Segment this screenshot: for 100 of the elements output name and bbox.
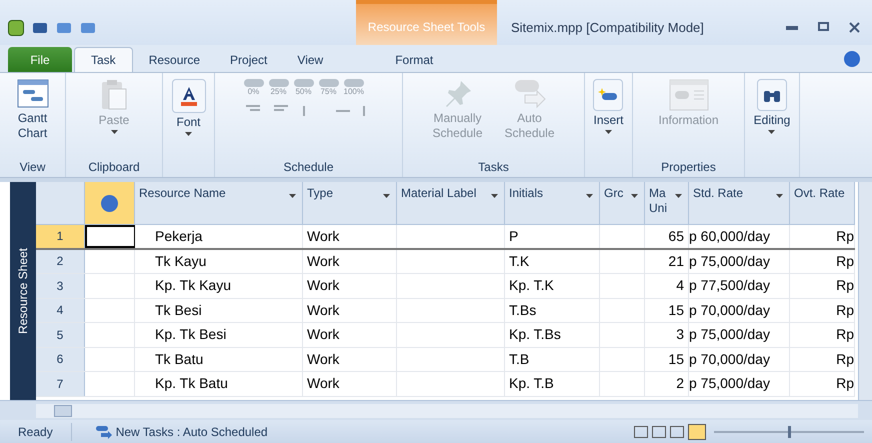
caret-icon xyxy=(110,130,118,134)
table-cell: p 75,000/day xyxy=(689,323,790,346)
column-header[interactable]: Resource Name xyxy=(135,182,303,225)
table-cell: Rp xyxy=(790,348,855,371)
ribbon-tab[interactable]: File xyxy=(8,47,72,72)
table-cell: Rp xyxy=(790,372,855,396)
status-text: Ready xyxy=(0,422,72,440)
ribbon-button[interactable]: Editing xyxy=(750,79,794,134)
table-cell: p 77,500/day xyxy=(689,274,790,298)
table-cell: Tk Batu xyxy=(135,348,303,371)
zoom-thumb[interactable] xyxy=(788,426,790,438)
table-cell: Kp. Tk Besi xyxy=(135,323,303,346)
caret-icon xyxy=(491,194,498,198)
contextual-tab-group: Resource Sheet Tools xyxy=(356,0,497,45)
column-header[interactable]: Type xyxy=(303,182,397,225)
table-cell: 15 xyxy=(645,348,689,371)
maximize-button[interactable] xyxy=(818,22,829,31)
help-icon[interactable] xyxy=(844,51,860,67)
table-cell: Tk Besi xyxy=(135,298,303,322)
insert-task-icon xyxy=(593,79,624,111)
indicator-cell xyxy=(85,225,135,248)
group-label: Tasks xyxy=(478,159,509,175)
group-label: Properties xyxy=(661,159,716,175)
table-cell: Rp xyxy=(790,250,855,273)
table-cell: Work xyxy=(303,250,397,273)
table-cell: Work xyxy=(303,298,397,322)
ribbon-tab[interactable]: Resource xyxy=(134,47,214,72)
table-cell: T.B xyxy=(505,348,600,371)
table-cell: Pekerja xyxy=(135,225,303,248)
ribbon-tab[interactable]: Project xyxy=(216,47,282,72)
ribbon-tab[interactable]: Format xyxy=(381,47,448,72)
table-cell: Tk Kayu xyxy=(135,250,303,273)
table-cell: Work xyxy=(303,323,397,346)
table-cell: Rp xyxy=(790,323,855,346)
task-arrow-icon xyxy=(512,79,546,109)
project-logo xyxy=(8,20,24,36)
table-cell: 65 xyxy=(645,225,689,248)
table-cell: 21 xyxy=(645,250,689,273)
row-number[interactable]: 7 xyxy=(36,372,85,396)
new-tasks-mode[interactable]: New Tasks : Auto Scheduled xyxy=(116,422,268,440)
zoom-slider[interactable] xyxy=(714,426,864,438)
binoculars-icon xyxy=(756,79,787,111)
column-header[interactable]: Initials xyxy=(505,182,600,225)
redo-icon[interactable] xyxy=(80,21,96,35)
table-cell: Kp. T.Bs xyxy=(505,323,600,346)
table-cell: Kp. Tk Kayu xyxy=(135,274,303,298)
table-cell: Work xyxy=(303,274,397,298)
table-cell: 15 xyxy=(645,298,689,322)
caret-icon xyxy=(383,194,390,198)
row-number[interactable]: 3 xyxy=(36,274,85,298)
table-cell: Rp xyxy=(790,225,855,248)
font-color-icon xyxy=(172,79,206,113)
ribbon-tab[interactable]: View xyxy=(283,47,338,72)
table-cell: T.Bs xyxy=(505,298,600,322)
column-header[interactable]: Grc xyxy=(600,182,645,225)
view-shortcut-icon[interactable] xyxy=(652,426,666,438)
task-mode-icon xyxy=(96,424,112,438)
table-cell: Kp. Tk Batu xyxy=(135,372,303,396)
view-shortcut-icon[interactable] xyxy=(634,426,648,438)
view-shortcut-icon[interactable] xyxy=(688,424,706,440)
column-header[interactable]: Ma Uni xyxy=(645,182,689,225)
close-icon[interactable] xyxy=(849,22,860,33)
row-number[interactable]: 1 xyxy=(36,225,85,248)
column-header[interactable]: Std. Rate xyxy=(689,182,790,225)
table-cell: Kp. T.B xyxy=(505,372,600,396)
caret-icon xyxy=(768,130,776,134)
vertical-scrollbar[interactable] xyxy=(858,182,872,400)
table-cell: Work xyxy=(303,372,397,396)
table-cell: P xyxy=(505,225,600,248)
caret-icon xyxy=(289,194,296,198)
save-icon[interactable] xyxy=(32,21,48,35)
caret-icon xyxy=(604,130,612,134)
scroll-thumb[interactable] xyxy=(54,404,72,416)
ribbon-button[interactable]: Insert xyxy=(589,79,628,134)
ribbon-tab[interactable]: Task xyxy=(74,47,133,72)
horizontal-scrollbar[interactable] xyxy=(36,404,858,418)
row-number[interactable]: 5 xyxy=(36,323,85,346)
table-cell: 4 xyxy=(645,274,689,298)
group-label: View xyxy=(20,159,46,175)
table-cell: Rp xyxy=(790,274,855,298)
row-number[interactable]: 2 xyxy=(36,250,85,273)
row-number[interactable]: 4 xyxy=(36,298,85,322)
caret-icon xyxy=(675,194,682,198)
row-number[interactable]: 6 xyxy=(36,348,85,371)
group-label: Clipboard xyxy=(88,159,140,175)
table-cell: T.K xyxy=(505,250,600,273)
information-icon xyxy=(668,79,708,111)
caret-icon xyxy=(185,132,192,136)
table-cell: Work xyxy=(303,225,397,248)
view-label: Resource Sheet xyxy=(15,248,31,334)
ribbon-button[interactable]: Font xyxy=(168,79,210,136)
caret-icon xyxy=(586,194,593,198)
table-cell: 3 xyxy=(645,323,689,346)
undo-icon[interactable] xyxy=(56,21,72,35)
ribbon-button[interactable]: Gantt Chart xyxy=(0,79,65,141)
column-header[interactable]: Material Label xyxy=(397,182,505,225)
group-label: Schedule xyxy=(283,159,334,175)
column-header[interactable]: Ovt. Rate xyxy=(790,182,855,225)
window-title: Sitemix.mpp [Compatibility Mode] xyxy=(511,19,704,37)
view-shortcut-icon[interactable] xyxy=(670,426,684,438)
